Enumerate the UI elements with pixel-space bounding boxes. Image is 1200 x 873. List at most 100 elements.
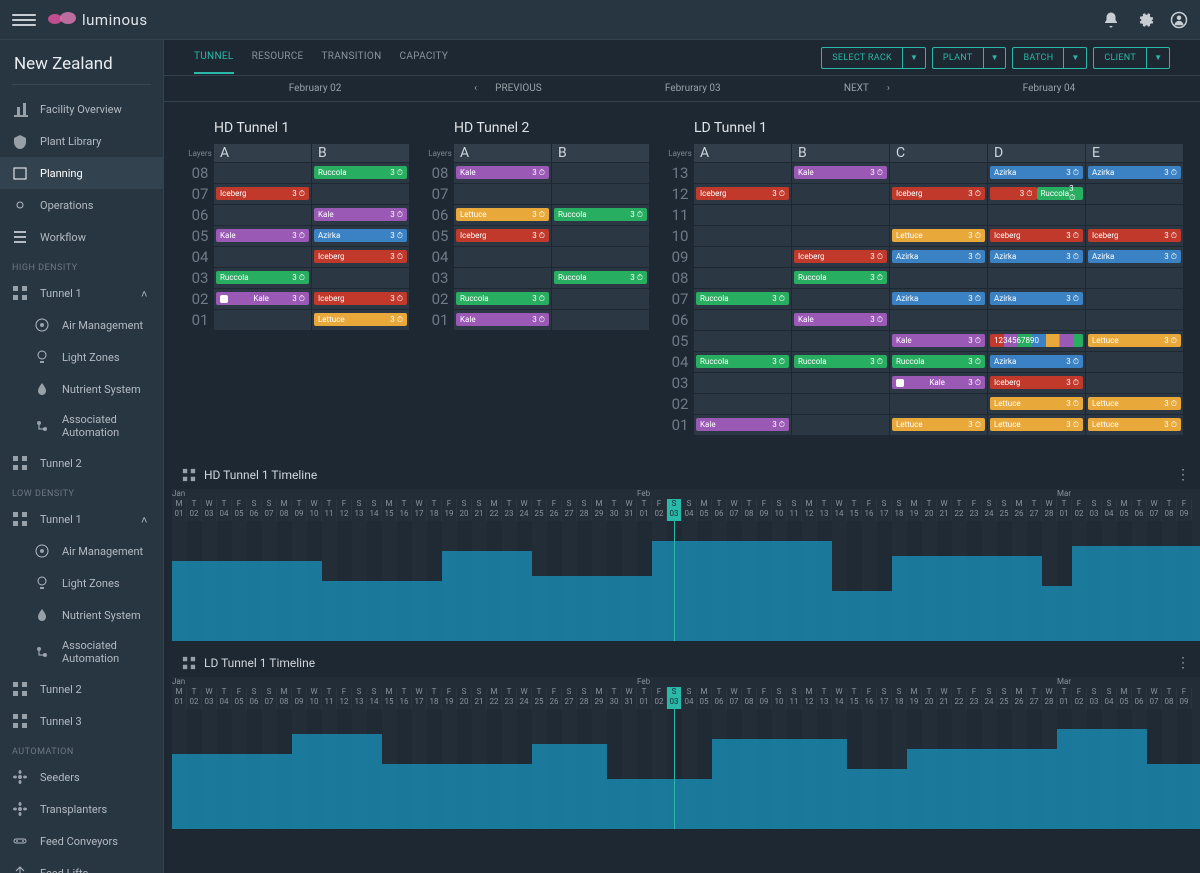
rack-cell[interactable]: Lettuce3 ⏱ xyxy=(312,310,409,330)
rack-cell[interactable]: Kale3 ⏱ xyxy=(454,310,551,330)
rack-cell[interactable] xyxy=(552,247,649,267)
rack-cell[interactable]: Lettuce3 ⏱ xyxy=(988,415,1085,435)
rack-cell[interactable]: Azirka3 ⏱ xyxy=(1086,247,1183,267)
rack-cell[interactable]: Iceberg3 ⏱ xyxy=(890,184,987,204)
plant-chip[interactable]: Lettuce3 ⏱ xyxy=(456,208,549,221)
plant-chip[interactable]: Azirka3 ⏱ xyxy=(1088,250,1181,263)
rack-cell[interactable] xyxy=(890,268,987,288)
calendar-day[interactable]: T27 xyxy=(1027,499,1042,521)
rack-cell[interactable]: Iceberg3 ⏱ xyxy=(312,247,409,267)
plant-chip[interactable]: Iceberg3 ⏱ xyxy=(216,187,309,200)
calendar-day[interactable]: S03 xyxy=(667,687,682,709)
nav-feedlifts[interactable]: Feed Lifts xyxy=(0,857,163,873)
rack-cell[interactable]: 1234567890 xyxy=(988,331,1085,351)
rack-cell[interactable]: Ruccola3 ⏱ xyxy=(792,352,889,372)
calendar-day[interactable]: W14 xyxy=(832,687,847,709)
calendar-day[interactable]: M05 xyxy=(697,687,712,709)
rack-cell[interactable]: Azirka3 ⏱ xyxy=(988,247,1085,267)
caret-down-icon[interactable]: ▼ xyxy=(902,47,926,69)
plant-button[interactable]: PLANT xyxy=(932,47,983,69)
nav-facility[interactable]: Facility Overview xyxy=(0,93,163,125)
rack-cell[interactable]: Iceberg3 ⏱ xyxy=(312,289,409,309)
calendar-day[interactable]: M05 xyxy=(697,499,712,521)
rack-cell[interactable]: Lettuce3 ⏱ xyxy=(1086,415,1183,435)
rack-cell[interactable] xyxy=(454,268,551,288)
nav-hd-t1-auto[interactable]: Associated Automation xyxy=(0,405,163,447)
timeline-bar[interactable] xyxy=(1042,586,1072,641)
calendar-day[interactable]: S27 xyxy=(562,499,577,521)
calendar-day[interactable]: T04 xyxy=(217,687,232,709)
account-icon[interactable] xyxy=(1170,11,1188,29)
rack-cell[interactable] xyxy=(694,310,791,330)
rack-cell[interactable] xyxy=(1086,289,1183,309)
plant-chip[interactable]: Ruccola3 ⏱ xyxy=(554,271,647,284)
plant-chip[interactable]: Azirka3 ⏱ xyxy=(314,229,407,242)
timeline-bar[interactable] xyxy=(532,576,652,641)
calendar-day[interactable]: T18 xyxy=(427,687,442,709)
rack-cell[interactable] xyxy=(792,373,889,393)
rack-cell[interactable] xyxy=(214,163,311,183)
calendar-day[interactable]: T13 xyxy=(817,499,832,521)
calendar-day[interactable]: S07 xyxy=(262,499,277,521)
calendar-day[interactable]: S03 xyxy=(1087,499,1102,521)
calendar-day[interactable]: M05 xyxy=(1117,687,1132,709)
plant-chip[interactable]: Kale3 ⏱ xyxy=(794,313,887,326)
timeline-bar[interactable] xyxy=(382,764,532,829)
calendar-day[interactable]: T15 xyxy=(847,687,862,709)
calendar-day[interactable]: T23 xyxy=(502,687,517,709)
calendar-day[interactable]: M19 xyxy=(907,687,922,709)
calendar-day[interactable]: W28 xyxy=(1042,687,1057,709)
rack-cell[interactable] xyxy=(694,163,791,183)
calendar-day[interactable]: F23 xyxy=(967,687,982,709)
rack-cell[interactable] xyxy=(694,373,791,393)
timeline-bar[interactable] xyxy=(172,754,292,829)
rack-cell[interactable] xyxy=(694,205,791,225)
rack-cell[interactable]: Iceberg3 ⏱ xyxy=(1086,226,1183,246)
calendar-day[interactable]: T22 xyxy=(952,687,967,709)
rack-cell[interactable] xyxy=(792,394,889,414)
calendar-day[interactable]: T08 xyxy=(1162,687,1177,709)
batch-button[interactable]: BATCH xyxy=(1012,47,1063,69)
calendar-day[interactable]: S03 xyxy=(667,499,682,521)
calendar-day[interactable]: T20 xyxy=(922,499,937,521)
rack-cell[interactable] xyxy=(454,184,551,204)
calendar-day[interactable]: S28 xyxy=(577,499,592,521)
rack-cell[interactable] xyxy=(454,247,551,267)
rack-cell[interactable] xyxy=(552,184,649,204)
tab-tunnel[interactable]: TUNNEL xyxy=(194,41,234,74)
nav-hd-t1[interactable]: Tunnel 1˄ xyxy=(0,277,163,309)
calendar-day[interactable]: T25 xyxy=(532,499,547,521)
calendar-day[interactable]: S04 xyxy=(1102,499,1117,521)
calendar-day[interactable]: F05 xyxy=(232,687,247,709)
bell-icon[interactable] xyxy=(1102,11,1120,29)
calendar-day[interactable]: F09 xyxy=(1177,687,1192,709)
nav-library[interactable]: Plant Library xyxy=(0,125,163,157)
rack-cell[interactable]: Iceberg3 ⏱ xyxy=(792,247,889,267)
calendar-day[interactable]: T08 xyxy=(1162,499,1177,521)
timeline-bar[interactable] xyxy=(322,581,442,641)
plant-chip[interactable]: Iceberg3 ⏱ xyxy=(990,229,1083,242)
rack-cell[interactable]: Iceberg3 ⏱ xyxy=(988,226,1085,246)
calendar-day[interactable]: T01 xyxy=(1057,687,1072,709)
calendar-day[interactable]: M26 xyxy=(1012,499,1027,521)
rack-cell[interactable]: Iceberg3 ⏱ xyxy=(454,226,551,246)
plant-chip[interactable]: Azirka3 ⏱ xyxy=(1088,166,1181,179)
calendar-day[interactable]: T06 xyxy=(1132,687,1147,709)
timeline-bar[interactable] xyxy=(172,561,322,641)
chevron-up-icon[interactable]: ˄ xyxy=(141,514,151,524)
calendar-day[interactable]: T08 xyxy=(742,687,757,709)
calendar-day[interactable]: F09 xyxy=(757,499,772,521)
rack-cell[interactable] xyxy=(694,268,791,288)
timeline-bar[interactable] xyxy=(532,744,607,829)
calendar-day[interactable]: W07 xyxy=(1147,687,1162,709)
rack-cell[interactable] xyxy=(552,163,649,183)
plant-chip[interactable]: Kale3 ⏱ xyxy=(892,376,985,389)
nav-ld-t2[interactable]: Tunnel 2 xyxy=(0,673,163,705)
calendar-day[interactable]: T16 xyxy=(397,499,412,521)
nav-transplanters[interactable]: Transplanters xyxy=(0,793,163,825)
calendar-day[interactable]: M08 xyxy=(277,499,292,521)
plant-chip[interactable]: Azirka3 ⏱ xyxy=(990,292,1083,305)
calendar-day[interactable]: S28 xyxy=(577,687,592,709)
rack-cell[interactable] xyxy=(1086,205,1183,225)
calendar-day[interactable]: S04 xyxy=(682,499,697,521)
